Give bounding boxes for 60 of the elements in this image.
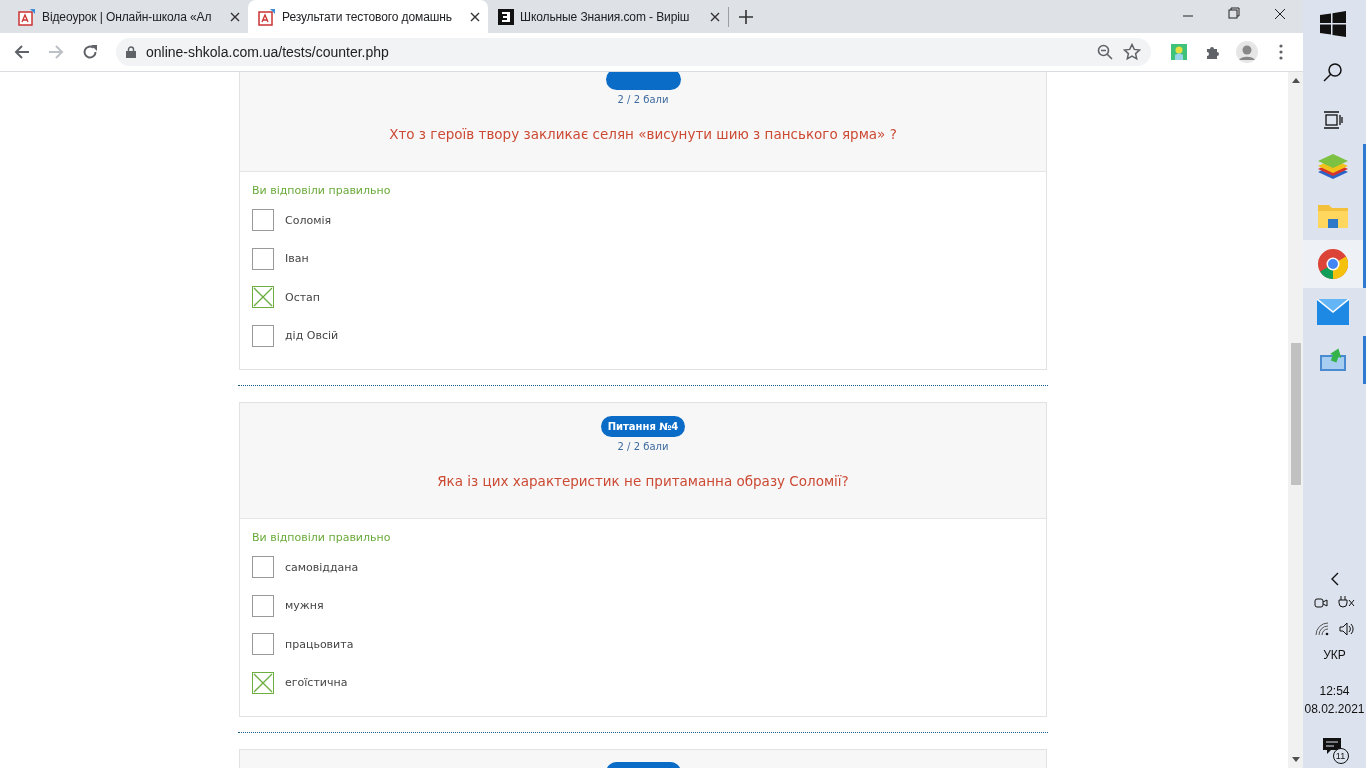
- camera-icon[interactable]: [1313, 596, 1328, 610]
- checkbox[interactable]: [252, 324, 274, 347]
- star-icon[interactable]: [1123, 43, 1141, 61]
- question-number-badge: Питання №4: [600, 416, 686, 437]
- scroll-down-icon[interactable]: [1291, 757, 1300, 762]
- scrollbar-thumb[interactable]: [1290, 343, 1301, 485]
- checkbox[interactable]: [252, 633, 274, 656]
- browser-tab[interactable]: Відеоурок | Онлайн-школа «Ал: [8, 0, 248, 33]
- answer-label: мужня: [285, 599, 324, 613]
- language-indicator[interactable]: УКР: [1323, 648, 1346, 662]
- profile-avatar-icon[interactable]: [1236, 41, 1258, 63]
- zoom-out-icon[interactable]: [1097, 44, 1113, 60]
- browser-logo-icon[interactable]: [1318, 249, 1348, 279]
- browser-tab[interactable]: Школьные Знания.com - Виріш: [488, 0, 728, 33]
- score-text: 2 / 2 бали: [617, 441, 669, 452]
- chevron-left-icon[interactable]: [1330, 572, 1339, 586]
- new-tab-icon[interactable]: [739, 9, 753, 24]
- reload-icon[interactable]: [82, 44, 98, 60]
- checkbox[interactable]: [252, 286, 274, 309]
- scrollbar[interactable]: [1288, 72, 1303, 768]
- checkbox[interactable]: [252, 209, 274, 232]
- result-text: Ви відповіли правильно: [252, 184, 392, 197]
- answer-label: Іван: [285, 252, 309, 266]
- school-logo-icon: [18, 7, 36, 26]
- close-icon[interactable]: [710, 11, 720, 22]
- checkbox[interactable]: [252, 594, 274, 617]
- menu-icon[interactable]: [1279, 44, 1283, 60]
- question-text: Хто з героїв твору закликає селян «висунути шию з панського ярма» ?: [389, 126, 897, 142]
- scroll-up-icon[interactable]: [1291, 78, 1300, 83]
- browser-tab[interactable]: Результати тестового домашнь: [248, 0, 488, 33]
- lock-icon: [126, 46, 136, 58]
- address-bar[interactable]: online-shkola.com.ua/tests/counter.php: [116, 38, 1151, 66]
- score-text: 2 / 2 бали: [617, 94, 669, 105]
- answer-label: самовіддана: [285, 560, 359, 574]
- answer-label: дід Овсій: [285, 329, 339, 343]
- letter-tile-icon: [498, 8, 514, 25]
- search-icon[interactable]: [1323, 62, 1343, 82]
- question-text: Яка із цих характеристик не притаманна образу Соломії?: [437, 473, 849, 489]
- answer-label: Остап: [285, 290, 321, 304]
- clock-time[interactable]: 12:54: [1319, 684, 1350, 698]
- folder-icon[interactable]: [1317, 202, 1349, 230]
- back-arrow-icon[interactable]: [14, 44, 30, 60]
- clock-date[interactable]: 08.02.2021: [1304, 702, 1365, 716]
- answer-label: Соломія: [285, 213, 332, 227]
- speaker-icon[interactable]: [1338, 622, 1355, 636]
- school-logo-icon: [258, 7, 276, 26]
- result-text: Ви відповіли правильно: [252, 531, 392, 544]
- wifi-icon[interactable]: [1314, 622, 1329, 636]
- close-icon[interactable]: [230, 11, 240, 22]
- mail-icon[interactable]: [1317, 299, 1349, 325]
- task-view-icon[interactable]: [1323, 111, 1343, 129]
- checkbox[interactable]: [252, 247, 274, 270]
- checkbox[interactable]: [252, 556, 274, 579]
- puzzle-icon[interactable]: [1205, 44, 1221, 60]
- close-icon[interactable]: [470, 11, 480, 22]
- answer-label: працьовита: [285, 637, 354, 651]
- download-icon[interactable]: [1318, 347, 1348, 373]
- windows-logo-icon[interactable]: [1320, 11, 1346, 37]
- checkbox[interactable]: [252, 671, 274, 694]
- answer-label: егоїстична: [285, 676, 348, 690]
